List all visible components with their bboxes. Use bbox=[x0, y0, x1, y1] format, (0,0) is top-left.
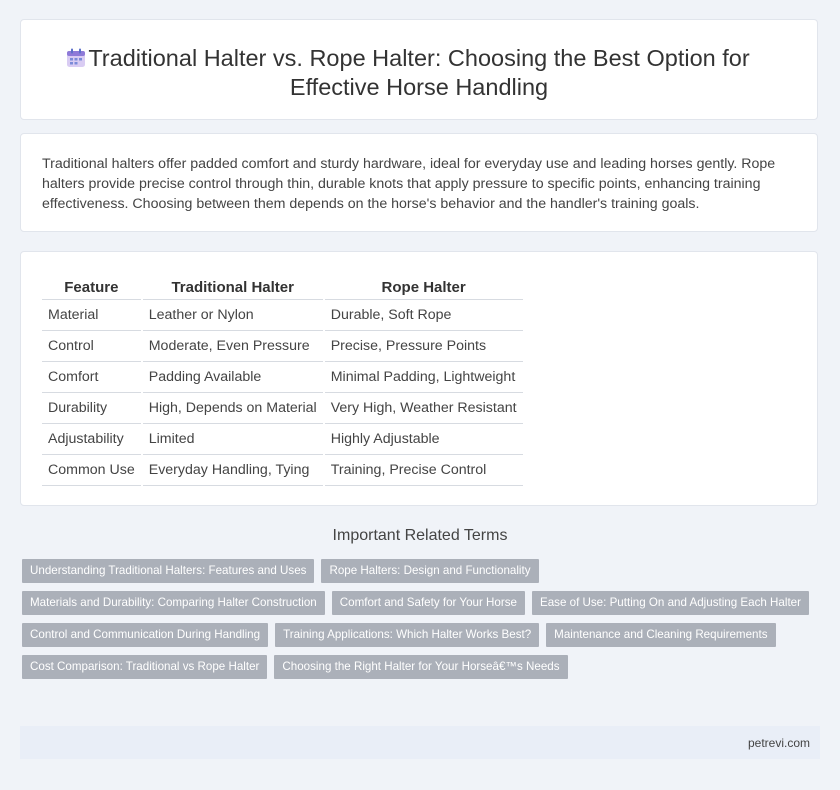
related-terms-title: Important Related Terms bbox=[332, 527, 508, 544]
table-cell: Leather or Nylon bbox=[140, 299, 324, 331]
table-cell: Durable, Soft Rope bbox=[322, 299, 523, 331]
footer-bar: petrevi.com bbox=[20, 726, 820, 759]
column-header-rope: Rope Halter bbox=[322, 275, 523, 300]
column-header-traditional: Traditional Halter bbox=[140, 275, 324, 300]
related-term-tag[interactable]: Cost Comparison: Traditional vs Rope Hal… bbox=[22, 655, 268, 679]
table-cell: High, Depends on Material bbox=[140, 392, 324, 424]
header-card: Traditional Halter vs. Rope Halter: Choo… bbox=[20, 19, 818, 120]
table-header-row: Feature Traditional Halter Rope Halter bbox=[42, 275, 523, 300]
related-term-tag[interactable]: Ease of Use: Putting On and Adjusting Ea… bbox=[531, 591, 809, 615]
comparison-table: Feature Traditional Halter Rope Halter M… bbox=[42, 275, 523, 486]
table-cell: Everyday Handling, Tying bbox=[140, 454, 324, 486]
table-row: Material Leather or Nylon Durable, Soft Ro… bbox=[42, 299, 523, 331]
column-header-feature: Feature bbox=[42, 275, 142, 300]
related-term-tag[interactable]: Rope Halters: Design and Functionality bbox=[321, 559, 539, 583]
page-title: Traditional Halter vs. Rope Halter: Choo… bbox=[21, 44, 817, 102]
intro-text: Traditional halters offer padded comfort… bbox=[42, 156, 776, 212]
related-term-tag[interactable]: Choosing the Right Halter for Your Horse… bbox=[274, 655, 568, 679]
page-title-line1: Traditional Halter vs. Rope Halter: Choo… bbox=[88, 45, 750, 71]
related-term-tag[interactable]: Materials and Durability: Comparing Halt… bbox=[22, 591, 325, 615]
table-row: Common Use Everyday Handling, Tying Traini… bbox=[42, 454, 523, 486]
table-cell: Precise, Pressure Points bbox=[322, 330, 523, 362]
table-cell: Durability bbox=[42, 392, 142, 424]
intro-card: Traditional halters offer padded comfort… bbox=[20, 133, 818, 232]
related-term-tag[interactable]: Understanding Traditional Halters: Featu… bbox=[22, 559, 315, 583]
table-cell: Control bbox=[42, 330, 142, 362]
related-term-tag[interactable]: Control and Communication During Handlin… bbox=[22, 623, 269, 647]
table-cell: Moderate, Even Pressure bbox=[140, 330, 324, 362]
table-cell: Minimal Padding, Lightweight bbox=[322, 361, 523, 393]
table-row: Control Moderate, Even Pressure Precise, P… bbox=[42, 330, 523, 362]
comparison-card: Feature Traditional Halter Rope Halter M… bbox=[20, 251, 818, 506]
related-terms-list: Understanding Traditional Halters: Featu… bbox=[22, 559, 812, 679]
table-row: Adjustability Limited Highly Adjustable bbox=[42, 423, 523, 455]
table-cell: Padding Available bbox=[140, 361, 324, 393]
related-term-tag[interactable]: Training Applications: Which Halter Work… bbox=[275, 623, 540, 647]
related-term-tag[interactable]: Maintenance and Cleaning Requirements bbox=[546, 623, 776, 647]
table-cell: Limited bbox=[140, 423, 324, 455]
table-cell: Comfort bbox=[42, 361, 142, 393]
table-cell: Material bbox=[42, 299, 142, 331]
table-row: Durability High, Depends on Material Very … bbox=[42, 392, 523, 424]
table-row: Comfort Padding Available Minimal Padding,… bbox=[42, 361, 523, 393]
table-cell: Highly Adjustable bbox=[322, 423, 523, 455]
page-title-line2: Effective Horse Handling bbox=[289, 74, 549, 100]
table-cell: Training, Precise Control bbox=[322, 454, 523, 486]
related-term-tag[interactable]: Comfort and Safety for Your Horse bbox=[331, 591, 525, 615]
table-cell: Common Use bbox=[42, 454, 142, 486]
site-name: petrevi.com bbox=[747, 736, 810, 750]
table-cell: Adjustability bbox=[42, 423, 142, 455]
table-cell: Very High, Weather Resistant bbox=[322, 392, 523, 424]
